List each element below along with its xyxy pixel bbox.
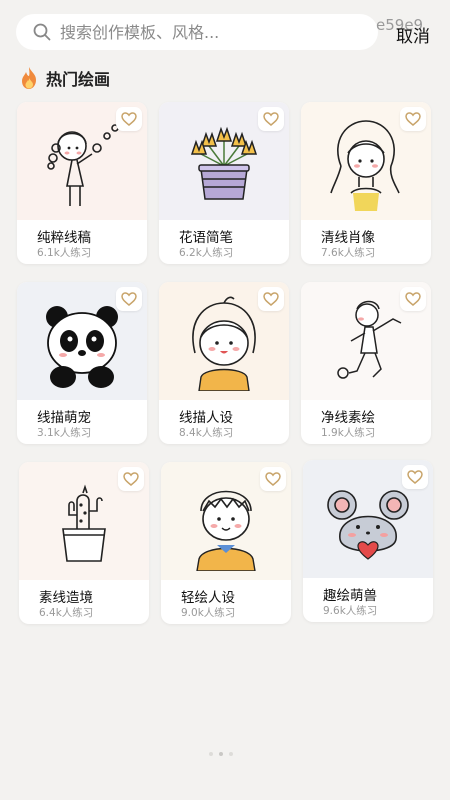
- heart-outline-icon: [263, 112, 279, 126]
- card-practice-count: 9.6k人练习: [323, 605, 378, 617]
- heart-outline-icon: [407, 470, 423, 484]
- template-card[interactable]: 花语简笔 6.2k人练习: [159, 102, 289, 264]
- heart-outline-icon: [405, 292, 421, 306]
- template-card[interactable]: 线描萌宠 3.1k人练习: [17, 282, 147, 444]
- template-card[interactable]: 清线肖像 7.6k人练习: [301, 102, 431, 264]
- favorite-button[interactable]: [260, 467, 286, 491]
- favorite-button[interactable]: [400, 107, 426, 131]
- flower-pot-icon: [190, 126, 258, 200]
- favorite-button[interactable]: [118, 467, 144, 491]
- girl-portrait-icon: [330, 120, 400, 211]
- page-dot-active: [219, 752, 223, 756]
- card-practice-count: 3.1k人练习: [37, 427, 92, 439]
- panda-icon: [46, 306, 118, 388]
- template-card[interactable]: 净线素绘 1.9k人练习: [301, 282, 431, 444]
- template-card[interactable]: 趣绘萌兽 9.6k人练习: [303, 460, 433, 622]
- favorite-button[interactable]: [116, 107, 142, 131]
- cactus-pot-icon: [62, 484, 106, 562]
- template-card[interactable]: 纯粹线稿 6.1k人练习: [17, 102, 147, 264]
- template-card[interactable]: 线描人设 8.4k人练习: [159, 282, 289, 444]
- card-practice-count: 1.9k人练习: [321, 427, 376, 439]
- favorite-button[interactable]: [258, 107, 284, 131]
- heart-outline-icon: [123, 472, 139, 486]
- heart-outline-icon: [121, 292, 137, 306]
- card-title: 素线造境: [39, 590, 93, 606]
- card-title: 花语简笔: [179, 230, 233, 246]
- heart-outline-icon: [263, 292, 279, 306]
- favorite-button[interactable]: [402, 465, 428, 489]
- template-grid: 纯粹线稿 6.1k人练习 花语简笔 6.2k人练习 清线肖像 7.6k人练习 线…: [0, 0, 450, 700]
- favorite-button[interactable]: [258, 287, 284, 311]
- bob-hair-girl-icon: [192, 296, 256, 391]
- template-card[interactable]: 轻绘人设 9.0k人练习: [161, 462, 291, 624]
- card-practice-count: 9.0k人练习: [181, 607, 236, 619]
- heart-outline-icon: [121, 112, 137, 126]
- page-dot: [209, 752, 213, 756]
- girl-blowing-bubbles-icon: [47, 117, 124, 206]
- card-practice-count: 7.6k人练习: [321, 247, 376, 259]
- card-practice-count: 8.4k人练习: [179, 427, 234, 439]
- favorite-button[interactable]: [400, 287, 426, 311]
- card-title: 轻绘人设: [181, 590, 235, 606]
- page-dot: [229, 752, 233, 756]
- boy-character-icon: [196, 490, 256, 571]
- page-indicator: [209, 752, 233, 756]
- heart-outline-icon: [265, 472, 281, 486]
- card-title: 纯粹线稿: [37, 230, 91, 246]
- running-boy-icon: [337, 300, 402, 379]
- card-practice-count: 6.4k人练习: [39, 607, 94, 619]
- card-title: 净线素绘: [321, 410, 375, 426]
- card-title: 清线肖像: [321, 230, 375, 246]
- card-title: 线描人设: [179, 410, 233, 426]
- heart-outline-icon: [405, 112, 421, 126]
- card-title: 线描萌宠: [37, 410, 91, 426]
- favorite-button[interactable]: [116, 287, 142, 311]
- template-card[interactable]: 素线造境 6.4k人练习: [19, 462, 149, 624]
- card-title: 趣绘萌兽: [323, 588, 377, 604]
- card-practice-count: 6.1k人练习: [37, 247, 92, 259]
- card-practice-count: 6.2k人练习: [179, 247, 234, 259]
